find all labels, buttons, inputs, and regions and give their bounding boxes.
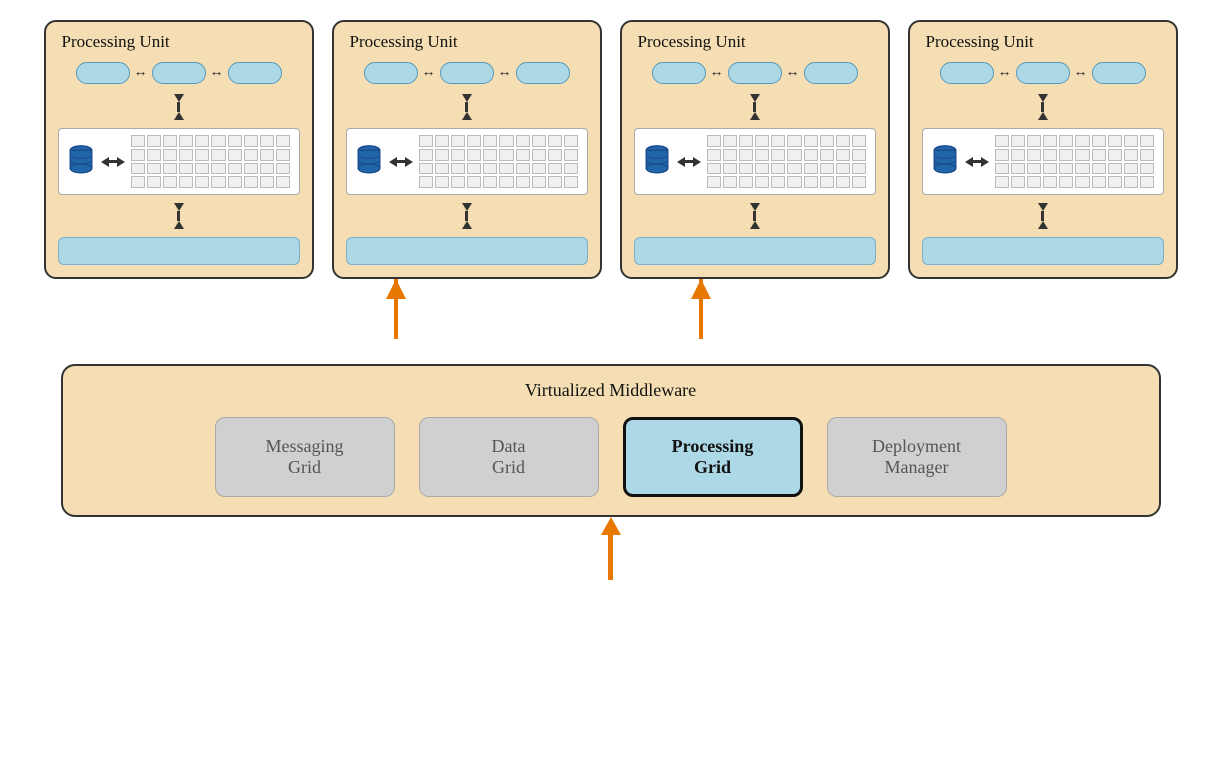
node-4-2 (1016, 62, 1070, 84)
tiny-shaft-h-1 (109, 160, 117, 163)
middleware-box: Virtualized Middleware Messaging Grid Da… (61, 364, 1161, 517)
arrow-h-4: ↔ (498, 66, 512, 80)
small-shaft-1 (177, 102, 180, 112)
small-head-down-1b (174, 203, 184, 211)
inner-box-3 (634, 128, 876, 195)
node-4-1 (940, 62, 994, 84)
connectors-svg (61, 279, 1161, 364)
node-2-1 (364, 62, 418, 84)
processing-unit-title-4: Processing Unit (922, 32, 1034, 52)
blue-bar-3 (634, 237, 876, 265)
grid-4 (995, 135, 1155, 188)
db-arrow-2 (389, 157, 413, 167)
bottom-arrow-head (601, 517, 621, 535)
inner-arrow-down-1b (174, 203, 184, 229)
processing-unit-2: Processing Unit ↔ ↔ (332, 20, 602, 279)
inner-box-4 (922, 128, 1164, 195)
middleware-messaging-grid: Messaging Grid (215, 417, 395, 497)
tiny-head-right-1 (117, 157, 125, 167)
processing-unit-4: Processing Unit ↔ ↔ (908, 20, 1178, 279)
node-row-2: ↔ ↔ (364, 62, 570, 84)
inner-arrow-down-2b (462, 203, 472, 229)
tiny-head-left-1 (101, 157, 109, 167)
processing-units-row: Processing Unit ↔ ↔ (44, 20, 1178, 279)
node-3-1 (652, 62, 706, 84)
grid-1 (131, 135, 291, 188)
middleware-components: Messaging Grid Data Grid Processing Grid… (215, 417, 1007, 497)
db-arrow-4 (965, 157, 989, 167)
blue-bar-1 (58, 237, 300, 265)
node-2-2 (440, 62, 494, 84)
inner-box-2 (346, 128, 588, 195)
main-container: Processing Unit ↔ ↔ (0, 0, 1221, 778)
db-arrow-3 (677, 157, 701, 167)
bottom-orange-arrow (601, 517, 621, 580)
bottom-arrow-section (20, 517, 1201, 577)
node-1-2 (152, 62, 206, 84)
small-head-down-1 (174, 94, 184, 102)
bottom-arrow-shaft (608, 535, 613, 580)
inner-arrow-down-4 (1038, 94, 1048, 120)
db-icon-4 (931, 144, 959, 180)
small-head-up-1b (174, 221, 184, 229)
inner-arrow-down-3 (750, 94, 760, 120)
arrow-h-3: ↔ (422, 66, 436, 80)
node-3-3 (804, 62, 858, 84)
arrow-h-7: ↔ (998, 66, 1012, 80)
small-shaft-1b (177, 211, 180, 221)
processing-unit-title-1: Processing Unit (58, 32, 170, 52)
processing-unit-1: Processing Unit ↔ ↔ (44, 20, 314, 279)
db-icon-3 (643, 144, 671, 180)
node-row-3: ↔ ↔ (652, 62, 858, 84)
middleware-data-grid: Data Grid (419, 417, 599, 497)
node-1-3 (228, 62, 282, 84)
processing-unit-title-2: Processing Unit (346, 32, 458, 52)
node-3-2 (728, 62, 782, 84)
middleware-processing-grid: Processing Grid (623, 417, 803, 497)
arrow-h-8: ↔ (1074, 66, 1088, 80)
blue-bar-4 (922, 237, 1164, 265)
middleware-title: Virtualized Middleware (525, 380, 696, 401)
db-icon-1 (67, 144, 95, 180)
inner-arrow-down-1 (174, 94, 184, 120)
node-1-1 (76, 62, 130, 84)
inner-box-1 (58, 128, 300, 195)
connectors-container (61, 279, 1161, 364)
inner-arrow-down-2 (462, 94, 472, 120)
arrow-h-5: ↔ (710, 66, 724, 80)
inner-arrow-down-3b (750, 203, 760, 229)
middleware-deployment-manager: Deployment Manager (827, 417, 1007, 497)
processing-unit-title-3: Processing Unit (634, 32, 746, 52)
arrow-h-2: ↔ (210, 66, 224, 80)
arrow-h-1: ↔ (134, 66, 148, 80)
arrow-h-6: ↔ (786, 66, 800, 80)
node-row-1: ↔ ↔ (76, 62, 282, 84)
processing-unit-3: Processing Unit ↔ ↔ (620, 20, 890, 279)
db-arrow-1 (101, 157, 125, 167)
node-row-4: ↔ ↔ (940, 62, 1146, 84)
inner-arrow-down-4b (1038, 203, 1048, 229)
grid-2 (419, 135, 579, 188)
node-2-3 (516, 62, 570, 84)
node-4-3 (1092, 62, 1146, 84)
db-icon-2 (355, 144, 383, 180)
grid-3 (707, 135, 867, 188)
small-head-up-1 (174, 112, 184, 120)
blue-bar-2 (346, 237, 588, 265)
